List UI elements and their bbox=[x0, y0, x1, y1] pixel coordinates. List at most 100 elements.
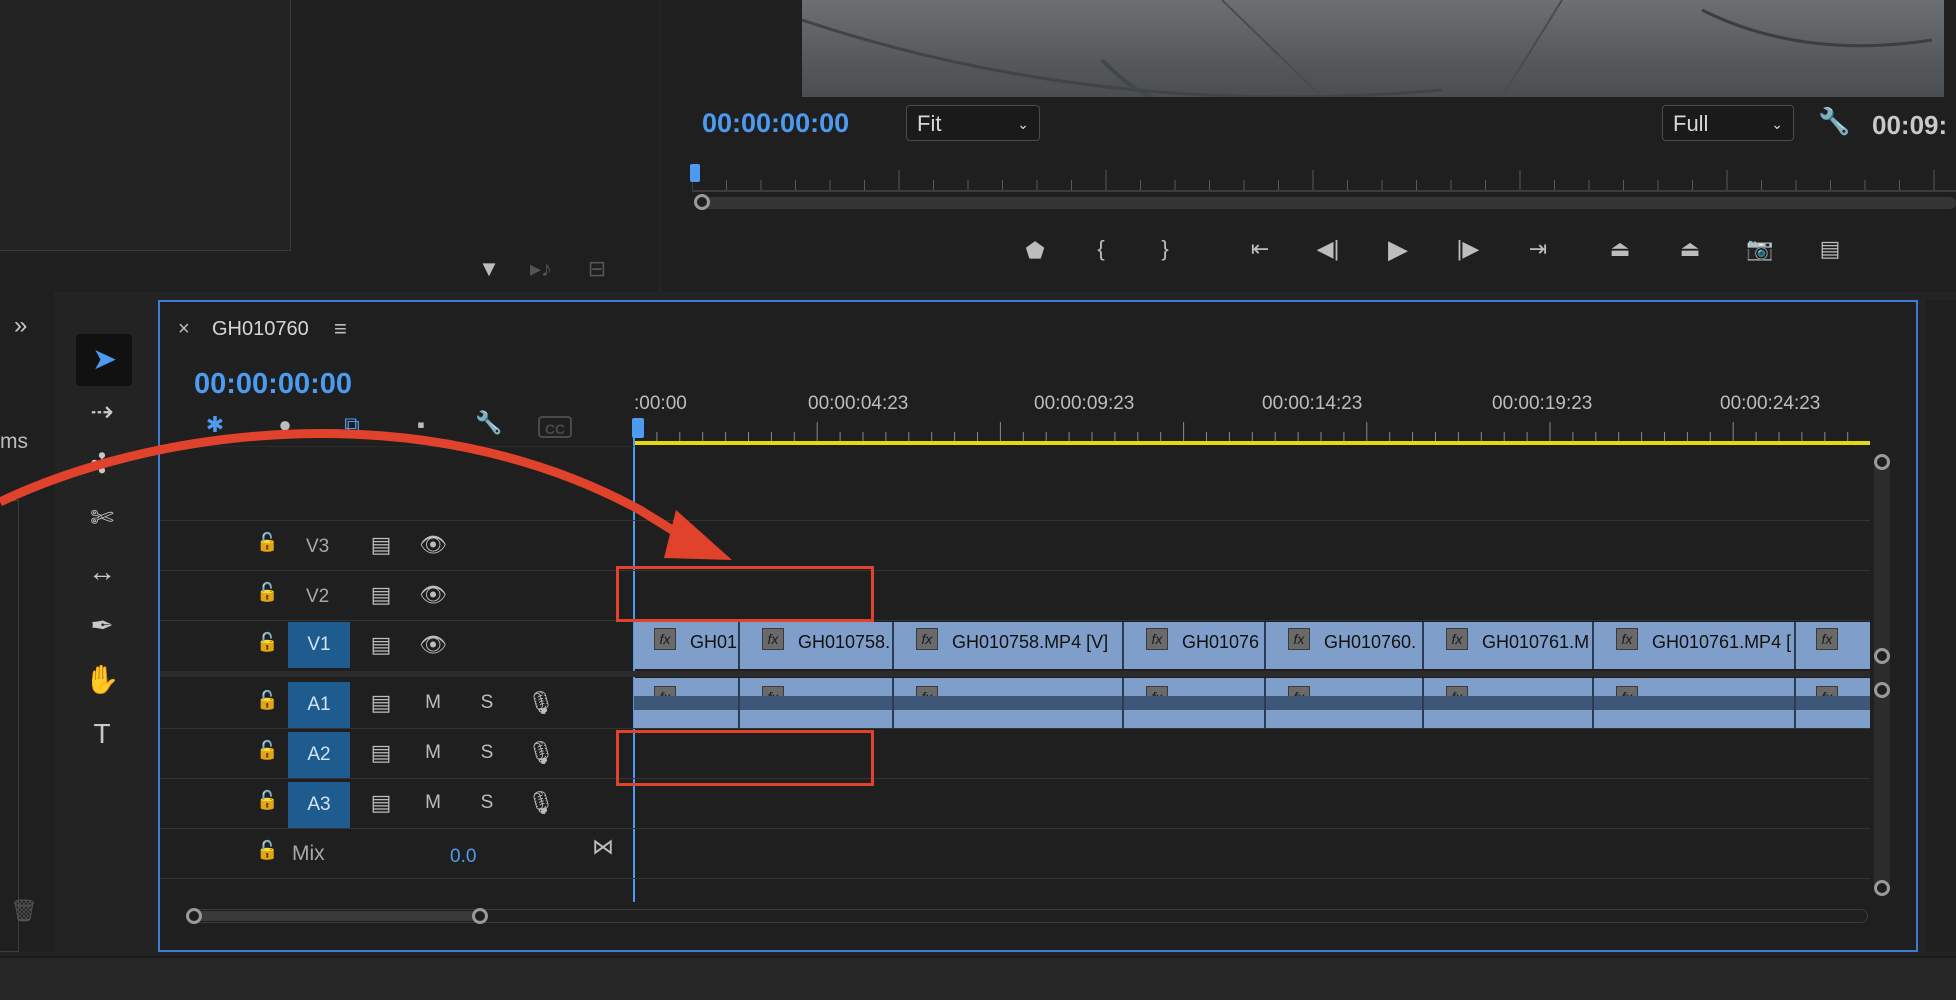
play-icon[interactable]: ▶ bbox=[1380, 234, 1416, 265]
mute-button[interactable]: M bbox=[418, 742, 448, 764]
lock-icon[interactable]: 🔓 bbox=[256, 690, 278, 711]
sync-lock-icon[interactable]: ▤ bbox=[366, 740, 396, 766]
audio-clip[interactable]: fx bbox=[1266, 678, 1424, 728]
zoom-handle-left[interactable] bbox=[186, 908, 202, 924]
microphone-icon[interactable]: 🎙 bbox=[526, 690, 556, 716]
compare-icon[interactable]: ▤ bbox=[1810, 236, 1850, 262]
track-a1-label: A1 bbox=[307, 694, 331, 715]
mute-button[interactable]: M bbox=[418, 792, 448, 814]
program-zoom-handle[interactable] bbox=[694, 194, 710, 210]
video-clip[interactable]: fx GH010760. bbox=[1266, 622, 1424, 669]
mix-meter-icon[interactable]: ⋈ bbox=[588, 834, 618, 860]
waveform bbox=[1266, 696, 1422, 710]
ruler-label-2: 00:00:09:23 bbox=[1034, 393, 1135, 414]
audio-clip[interactable]: fx bbox=[894, 678, 1124, 728]
track-a1-target[interactable]: A1 bbox=[288, 682, 350, 728]
fx-badge: fx bbox=[1816, 628, 1838, 650]
go-to-in-icon[interactable]: ⇤ bbox=[1242, 236, 1278, 262]
audio-clip[interactable]: fx bbox=[740, 678, 894, 728]
go-to-out-icon[interactable]: ⇥ bbox=[1520, 236, 1556, 262]
selection-arrow-icon: ➤ bbox=[92, 343, 118, 376]
video-clip[interactable]: fx bbox=[1796, 622, 1870, 669]
mark-in-icon[interactable]: { bbox=[1086, 236, 1116, 262]
work-area-bar[interactable] bbox=[634, 441, 1870, 445]
solo-button[interactable]: S bbox=[472, 742, 502, 764]
scroll-handle-bottom[interactable] bbox=[1874, 880, 1890, 896]
audio-clip[interactable]: fx bbox=[634, 678, 740, 728]
lift-icon[interactable]: ⏏ bbox=[1600, 236, 1640, 262]
mark-out-icon[interactable]: } bbox=[1150, 236, 1180, 262]
scroll-handle-mid[interactable] bbox=[1874, 682, 1890, 698]
zoom-handle-right[interactable] bbox=[472, 908, 488, 924]
track-a2-label: A2 bbox=[307, 744, 331, 765]
fit-select[interactable]: Fit ⌄ bbox=[906, 105, 1040, 141]
step-back-icon[interactable]: ◀| bbox=[1310, 236, 1346, 262]
video-clip[interactable]: fx GH01076 bbox=[1124, 622, 1266, 669]
hand-icon[interactable]: ✋ bbox=[80, 658, 124, 702]
solo-button[interactable]: S bbox=[472, 792, 502, 814]
sequence-tab-title[interactable]: GH010760 bbox=[212, 318, 309, 341]
filter-icon[interactable]: ▼ bbox=[474, 256, 504, 282]
marker-icon[interactable]: ⬟ bbox=[1020, 238, 1050, 264]
horizontal-zoom-thumb[interactable] bbox=[194, 911, 484, 921]
camera-icon[interactable]: 📷 bbox=[1742, 236, 1778, 262]
solo-button[interactable]: S bbox=[472, 692, 502, 714]
track-a3-label: A3 bbox=[307, 794, 331, 815]
timeline-timecode[interactable]: 00:00:00:00 bbox=[194, 368, 352, 401]
program-timecode[interactable]: 00:00:00:00 bbox=[702, 108, 849, 139]
collapse-panels-icon[interactable]: » bbox=[14, 312, 27, 340]
program-zoom-bar[interactable] bbox=[702, 197, 1956, 209]
extract-icon[interactable]: ⏏ bbox=[1670, 236, 1710, 262]
wrench-icon[interactable]: 🔧 bbox=[1818, 106, 1850, 137]
lock-icon[interactable]: 🔓 bbox=[256, 740, 278, 761]
track-a2-target[interactable]: A2 bbox=[288, 732, 350, 778]
track-a3-target[interactable]: A3 bbox=[288, 782, 350, 828]
fx-badge: fx bbox=[762, 628, 784, 650]
audio-clip[interactable]: fx bbox=[1124, 678, 1266, 728]
mix-label: Mix bbox=[292, 842, 325, 865]
project-bin-area[interactable] bbox=[0, 0, 291, 251]
new-bin-icon[interactable]: ⊟ bbox=[580, 256, 614, 282]
close-icon[interactable]: × bbox=[178, 318, 190, 341]
audio-clip[interactable]: fx bbox=[1796, 678, 1870, 728]
audio-clip[interactable]: fx bbox=[1424, 678, 1594, 728]
mix-value[interactable]: 0.0 bbox=[450, 846, 476, 868]
scroll-handle-top[interactable] bbox=[1874, 454, 1890, 470]
video-clip[interactable]: fx GH010761.MP4 [ bbox=[1594, 622, 1796, 669]
audio-clip[interactable]: fx bbox=[1594, 678, 1796, 728]
sync-lock-icon[interactable]: ▤ bbox=[366, 690, 396, 716]
fx-badge: fx bbox=[1146, 628, 1168, 650]
mute-button[interactable]: M bbox=[418, 692, 448, 714]
lock-icon[interactable]: 🔓 bbox=[256, 790, 278, 811]
video-clip[interactable]: fx GH010758. bbox=[740, 622, 894, 669]
selection-tool[interactable]: ➤ bbox=[76, 334, 132, 386]
lock-icon[interactable]: 🔓 bbox=[256, 840, 278, 861]
sync-lock-icon[interactable]: ▤ bbox=[366, 790, 396, 816]
scroll-handle-mid[interactable] bbox=[1874, 648, 1890, 664]
fx-badge: fx bbox=[1616, 628, 1638, 650]
waveform bbox=[1594, 696, 1794, 710]
type-icon[interactable]: T bbox=[80, 712, 124, 756]
trash-icon[interactable]: 🗑 bbox=[10, 898, 38, 924]
video-clip[interactable]: fx GH010761.M bbox=[1424, 622, 1594, 669]
track-divider bbox=[160, 728, 1870, 729]
panel-menu-icon[interactable]: ≡ bbox=[334, 316, 347, 342]
waveform bbox=[1124, 696, 1264, 710]
clip-name: GH010761.M bbox=[1482, 632, 1590, 652]
chevron-down-icon: ⌄ bbox=[1017, 116, 1029, 132]
microphone-icon[interactable]: 🎙 bbox=[526, 790, 556, 816]
video-clip[interactable]: fx GH010758.MP4 [V] bbox=[894, 622, 1124, 669]
ruler-label-1: 00:00:04:23 bbox=[808, 393, 909, 414]
fx-badge: fx bbox=[1288, 628, 1310, 650]
quality-select[interactable]: Full ⌄ bbox=[1662, 105, 1794, 141]
automate-icon[interactable]: ▸♪ bbox=[524, 256, 558, 282]
microphone-icon[interactable]: 🎙 bbox=[526, 740, 556, 766]
program-ruler[interactable] bbox=[692, 164, 1956, 192]
ruler-label-5: 00:00:24:23 bbox=[1720, 393, 1821, 414]
ruler-label-4: 00:00:19:23 bbox=[1492, 393, 1593, 414]
vertical-scrollbar[interactable] bbox=[1874, 462, 1890, 892]
clip-name: GH010760. bbox=[1324, 632, 1417, 652]
annotation-arrow bbox=[0, 429, 732, 560]
program-playhead[interactable] bbox=[690, 164, 700, 182]
step-forward-icon[interactable]: |▶ bbox=[1450, 236, 1486, 262]
